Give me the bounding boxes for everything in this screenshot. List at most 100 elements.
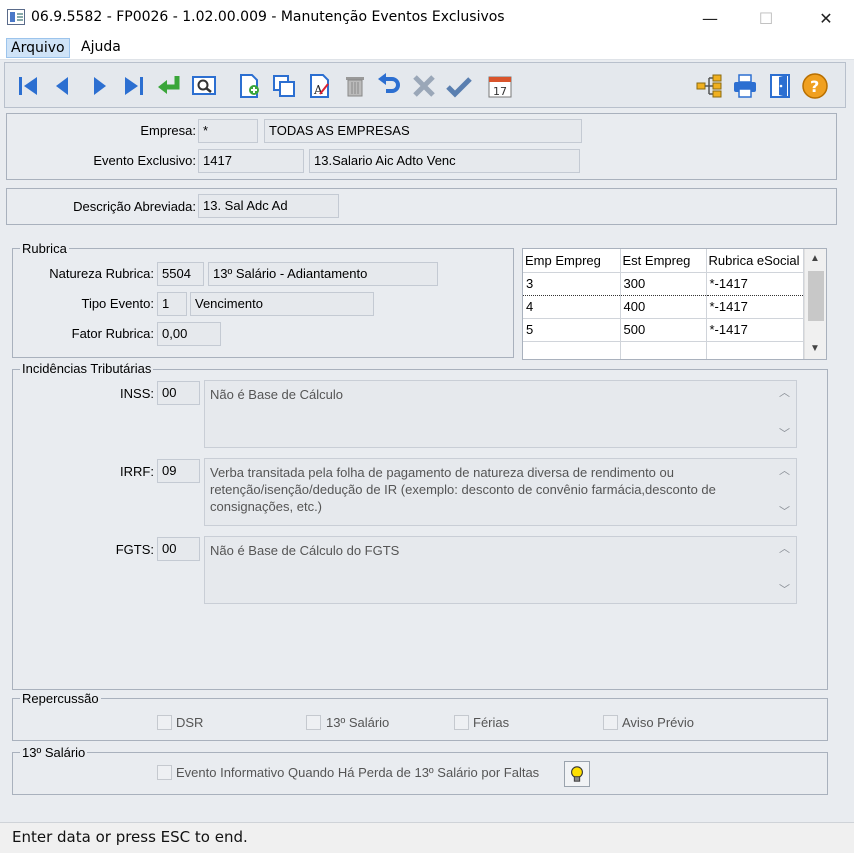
edit-record-button[interactable]: A (305, 71, 335, 101)
scroll-up-icon[interactable]: ▲ (810, 253, 820, 264)
scroll-thumb[interactable] (808, 271, 824, 321)
scroll-down-icon[interactable]: ▼ (810, 343, 820, 354)
cancel-x-icon (413, 75, 435, 97)
chevron-down-icon[interactable]: ﹀ (779, 504, 790, 521)
natureza-desc-field: 13º Salário - Adiantamento (208, 262, 438, 286)
cancel-button[interactable] (409, 71, 439, 101)
calendar-button[interactable]: 17 (485, 71, 515, 101)
table-row[interactable]: 5 500 *-1417 (523, 318, 804, 342)
grid-col-rubrica[interactable]: Rubrica eSocial (706, 249, 804, 273)
grid-scrollbar[interactable]: ▲ ▼ (804, 249, 826, 359)
inss-label: INSS: (120, 386, 154, 401)
save-button[interactable] (444, 71, 474, 101)
tipo-label: Tipo Evento: (81, 296, 154, 311)
next-record-button[interactable] (84, 71, 114, 101)
close-button[interactable]: ✕ (798, 0, 854, 36)
inss-description: Não é Base de Cálculo ︿ ﹀ (204, 380, 797, 448)
previous-record-icon (56, 77, 68, 95)
grid-cell[interactable]: *-1417 (706, 295, 804, 319)
printer-icon (734, 74, 756, 98)
ferias-checkbox[interactable] (454, 715, 469, 730)
next-record-icon (94, 77, 106, 95)
empresa-label: Empresa: (140, 123, 196, 138)
tipo-code-field[interactable]: 1 (157, 292, 187, 316)
evento-name-field: 13.Salario Aic Adto Venc (309, 149, 580, 173)
menu-ajuda[interactable]: Ajuda (77, 38, 125, 58)
first-record-button[interactable] (14, 71, 44, 101)
table-row[interactable]: 3 300 *-1417 (523, 271, 804, 296)
descricao-field[interactable]: 13. Sal Adc Ad (198, 194, 339, 218)
grid-cell[interactable] (523, 341, 621, 359)
decimo-label: 13º Salário (326, 715, 390, 730)
irrf-description: Verba transitada pela folha de pagamento… (204, 458, 797, 526)
grid-cell[interactable]: 500 (620, 318, 707, 342)
empregador-grid[interactable]: Emp Empreg Est Empreg Rubrica eSocial 3 … (522, 248, 827, 360)
grid-cell[interactable]: *-1417 (706, 318, 804, 342)
last-record-icon (125, 77, 143, 95)
print-button[interactable] (730, 71, 760, 101)
chevron-up-icon[interactable]: ︿ (779, 541, 790, 558)
evento-code-field[interactable]: 1417 (198, 149, 304, 173)
aviso-previo-checkbox[interactable] (603, 715, 618, 730)
descricao-label: Descrição Abreviada: (73, 199, 196, 214)
fgts-code-field[interactable]: 00 (157, 537, 200, 561)
grid-cell[interactable]: 300 (620, 271, 707, 296)
tipo-desc-field: Vencimento (190, 292, 374, 316)
grid-cell[interactable] (706, 341, 804, 359)
svg-text:A: A (313, 83, 323, 97)
rubrica-legend: Rubrica (20, 241, 69, 256)
chevron-up-icon[interactable]: ︿ (779, 463, 790, 480)
status-text: Enter data or press ESC to end. (12, 828, 248, 846)
copy-record-button[interactable] (269, 71, 299, 101)
grid-col-est[interactable]: Est Empreg (620, 249, 707, 273)
chevron-down-icon[interactable]: ﹀ (779, 426, 790, 443)
fgts-text: Não é Base de Cálculo do FGTS (210, 543, 400, 558)
undo-button[interactable] (374, 71, 404, 101)
dsr-checkbox[interactable] (157, 715, 172, 730)
table-row[interactable]: 4 400 *-1417 (523, 295, 804, 319)
minimize-button[interactable]: — (682, 0, 738, 36)
grid-cell[interactable]: 3 (523, 271, 621, 296)
last-record-button[interactable] (118, 71, 148, 101)
delete-record-button[interactable] (340, 71, 370, 101)
lightbulb-icon (571, 766, 583, 782)
evento-informativo-checkbox[interactable] (157, 765, 172, 780)
edit-text-icon: A (310, 74, 329, 98)
table-row[interactable] (523, 341, 804, 359)
hint-button[interactable] (564, 761, 590, 787)
repercussao-group (12, 698, 828, 741)
new-document-button[interactable] (234, 71, 264, 101)
help-icon: ? (802, 73, 828, 99)
grid-cell[interactable]: 400 (620, 295, 707, 319)
empresa-code-field[interactable]: * (198, 119, 258, 143)
dsr-label: DSR (176, 715, 204, 730)
natureza-code-field[interactable]: 5504 (157, 262, 204, 286)
first-record-icon (19, 77, 37, 95)
window-title: 06.9.5582 - FP0026 - 1.02.00.009 - Manut… (31, 9, 505, 25)
grid-cell[interactable]: *-1417 (706, 271, 804, 296)
fator-field[interactable]: 0,00 (157, 322, 221, 346)
grid-cell[interactable]: 4 (523, 295, 621, 319)
chevron-down-icon[interactable]: ﹀ (779, 582, 790, 599)
grid-cell[interactable] (620, 341, 707, 359)
view-search-button[interactable] (189, 71, 219, 101)
menu-arquivo[interactable]: Arquivo (6, 38, 70, 58)
natureza-label: Natureza Rubrica: (49, 266, 154, 281)
incidencias-legend: Incidências Tributárias (20, 361, 154, 376)
fgts-label: FGTS: (115, 542, 154, 557)
tree-structure-button[interactable] (694, 71, 724, 101)
confirm-enter-button[interactable] (154, 71, 184, 101)
previous-record-button[interactable] (48, 71, 78, 101)
help-button[interactable]: ? (800, 71, 830, 101)
grid-cell[interactable]: 5 (523, 318, 621, 342)
exit-button[interactable] (765, 71, 795, 101)
svg-text:?: ? (810, 77, 819, 96)
maximize-button[interactable]: ☐ (738, 0, 794, 36)
decimo-checkbox[interactable] (306, 715, 321, 730)
new-document-icon (240, 74, 259, 98)
copy-icon (273, 75, 295, 97)
chevron-up-icon[interactable]: ︿ (779, 385, 790, 402)
irrf-code-field[interactable]: 09 (157, 459, 200, 483)
grid-col-emp[interactable]: Emp Empreg (523, 249, 621, 273)
inss-code-field[interactable]: 00 (157, 381, 200, 405)
